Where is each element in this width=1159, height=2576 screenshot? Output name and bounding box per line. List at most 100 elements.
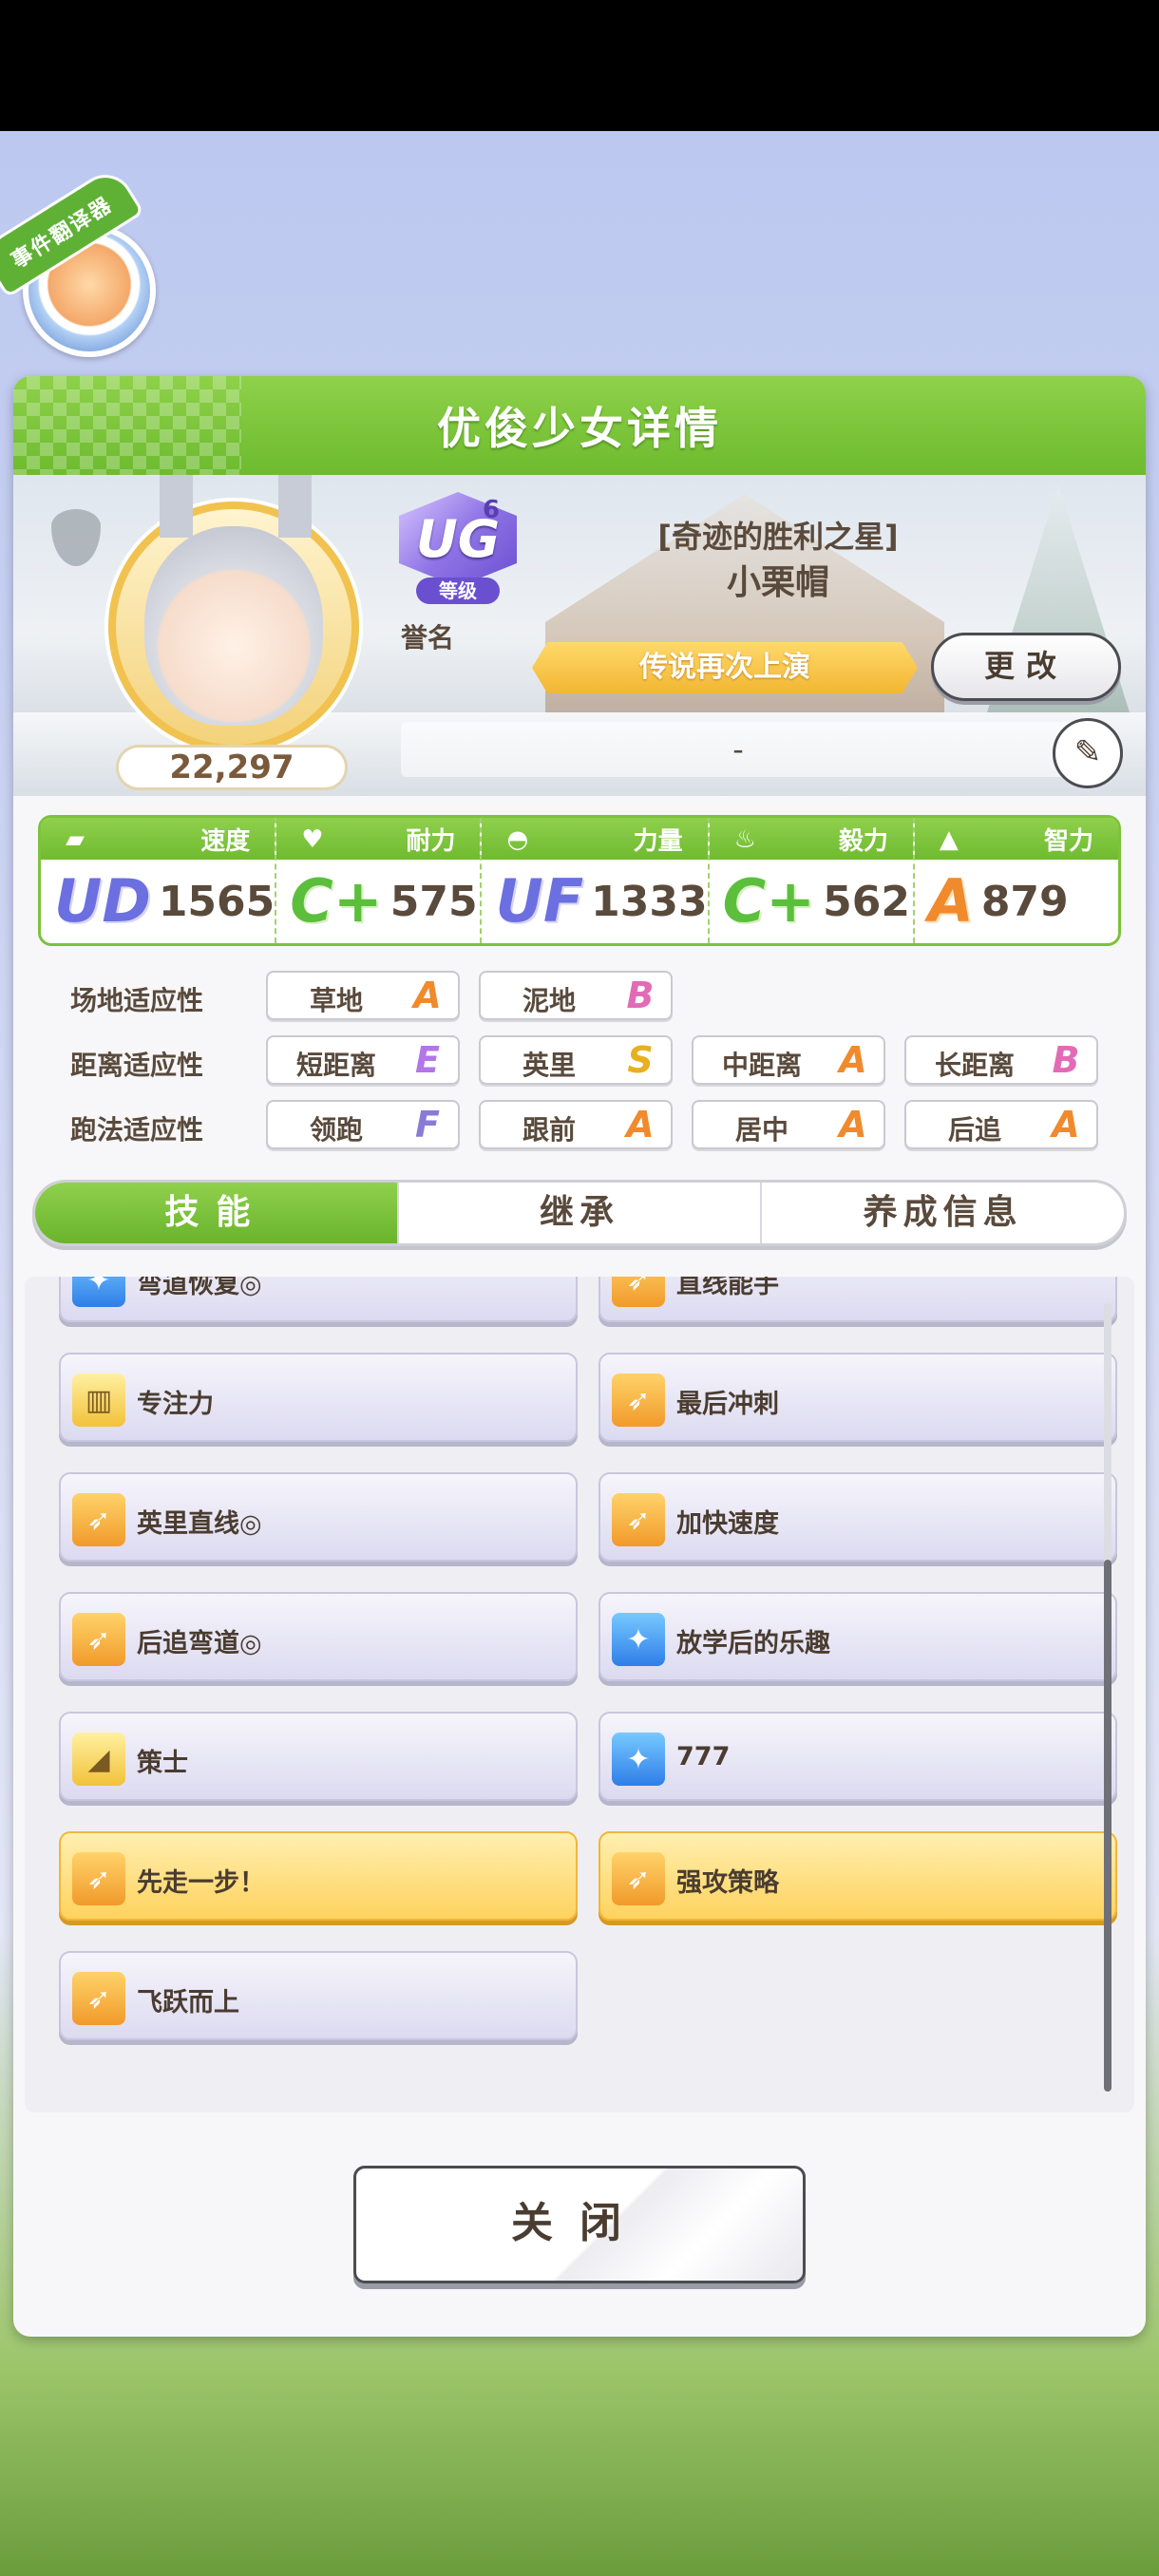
aptitude-chip: 泥地 B: [479, 971, 673, 1020]
skill-item[interactable]: ✦ 777: [598, 1712, 1117, 1801]
dialog-header: 优俊少女详情: [13, 376, 1146, 475]
rating-value: 22,297: [116, 745, 348, 790]
skill-item[interactable]: ▥ 专注力: [59, 1353, 578, 1442]
aptitude-grade: F: [415, 1104, 440, 1146]
stat-value: 1565: [158, 877, 276, 926]
tab-training-info[interactable]: 养成信息: [762, 1183, 1124, 1243]
skill-item[interactable]: ◢ 策士: [59, 1712, 578, 1801]
skill-item[interactable]: ➶ 英里直线◎: [59, 1472, 578, 1562]
title-banner: 传说再次上演: [532, 642, 918, 693]
skill-item-gold[interactable]: ➶ 先走一步！: [59, 1831, 578, 1921]
aptitude-grade: B: [1052, 1039, 1080, 1081]
aptitude-grade: A: [413, 975, 442, 1016]
aptitude-name: 长距离: [934, 1050, 1015, 1081]
memo-value: -: [732, 731, 744, 767]
umamusume-detail-dialog: 优俊少女详情 22,297 UG 6 等级 誉名 [奇迹的胜利之星] 小栗帽 传…: [13, 376, 1146, 2337]
stat-grade: C+: [290, 866, 383, 936]
stat-grade: A: [927, 866, 974, 936]
rank-label: 等级: [416, 578, 500, 604]
debuff-icon: ◢: [72, 1733, 125, 1786]
status-bar: [0, 0, 1159, 131]
skill-name: 放学后的乐趣: [676, 1629, 830, 1658]
event-translator-badge[interactable]: 事件翻译器: [0, 163, 165, 363]
header-pattern: [13, 376, 241, 475]
aptitude-grade: A: [839, 1039, 867, 1081]
recovery-icon: ✦: [72, 1277, 125, 1307]
speed-icon: ➶: [72, 1613, 125, 1666]
carrot-icon: [51, 509, 101, 566]
stat-label: 力量: [633, 826, 683, 856]
tab-inheritance[interactable]: 继承: [399, 1183, 763, 1243]
character-face: [144, 526, 323, 726]
speed-icon: ➶: [612, 1852, 665, 1905]
aptitude-name: 短距离: [295, 1050, 376, 1081]
muscle-icon: ◓: [506, 825, 529, 854]
change-title-button[interactable]: 更改: [931, 633, 1121, 701]
skill-name: 777: [676, 1742, 731, 1771]
rank-level: 6: [483, 496, 501, 524]
skill-item[interactable]: ➶ 飞跃而上: [59, 1951, 578, 2040]
skill-item-gold[interactable]: ➶ 强攻策略: [598, 1831, 1117, 1921]
aptitude-chip: 英里 S: [479, 1035, 673, 1085]
aptitude-name: 英里: [522, 1050, 576, 1081]
aptitude-name: 领跑: [309, 1114, 363, 1146]
detail-tabs: 技能 继承 养成信息: [32, 1180, 1127, 1246]
skill-item[interactable]: ➶ 直线能手: [598, 1277, 1117, 1322]
recovery-icon: ✦: [612, 1733, 665, 1786]
speed-icon: ➶: [72, 1493, 125, 1546]
skill-name: 后追弯道◎: [137, 1629, 262, 1658]
stat-guts: ♨ 毅力 C+ 562: [709, 818, 915, 943]
recovery-icon: ✦: [612, 1613, 665, 1666]
skill-item[interactable]: ✦ 弯道恢复◎: [59, 1277, 578, 1322]
aptitude-name: 中距离: [721, 1050, 802, 1081]
character-hero: 22,297 UG 6 等级 誉名 [奇迹的胜利之星] 小栗帽 传说再次上演 更…: [13, 475, 1146, 796]
aptitude-grade: B: [626, 975, 655, 1016]
graduation-cap-icon: ▲: [939, 825, 959, 854]
scrollbar-thumb[interactable]: [1104, 1560, 1112, 2092]
character-portrait: [108, 475, 359, 752]
aptitude-name: 后追: [947, 1114, 1001, 1146]
dialog-title: 优俊少女详情: [437, 403, 722, 454]
skill-item[interactable]: ➶ 加快速度: [598, 1472, 1117, 1562]
skill-name: 策士: [137, 1749, 188, 1778]
skill-name: 加快速度: [676, 1509, 779, 1539]
stat-power: ◓ 力量 UF 1333: [482, 818, 710, 943]
skill-name: 强攻策略: [676, 1868, 779, 1898]
character-epithet: [奇迹的胜利之星]: [657, 519, 899, 555]
skill-name: 英里直线◎: [137, 1509, 262, 1539]
aptitude-chip: 长距离 B: [904, 1035, 1098, 1085]
gate-icon: ▥: [72, 1373, 125, 1427]
skills-list[interactable]: ✦ 弯道恢复◎ ➶ 直线能手 ▥ 专注力 ➶ 最后冲刺 ➶ 英里直线◎ ➶ 加快速度 ➶ 后追…: [25, 1277, 1134, 2112]
aptitude-strategy: 跑法适应性 领跑 F 跟前 A 居中 A 后追 A: [70, 1100, 1115, 1153]
skill-item[interactable]: ✦ 放学后的乐趣: [598, 1592, 1117, 1681]
aptitude-distance: 距离适应性 短距离 E 英里 S 中距离 A 长距离 B: [70, 1035, 1115, 1089]
aptitude-chip: 后追 A: [904, 1100, 1098, 1149]
aptitude-grade: E: [415, 1039, 440, 1081]
skill-name: 先走一步！: [137, 1868, 265, 1898]
skills-scrollbar[interactable]: [1104, 1303, 1112, 2092]
pencil-icon[interactable]: ✎: [1053, 718, 1123, 788]
stat-wisdom: ▲ 智力 A 879: [914, 818, 1118, 943]
skill-name: 弯道恢复◎: [137, 1277, 262, 1299]
skill-name: 飞跃而上: [137, 1988, 239, 2017]
aptitude-chip: 居中 A: [692, 1100, 885, 1149]
speed-icon: ➶: [612, 1493, 665, 1546]
skill-item[interactable]: ➶ 后追弯道◎: [59, 1592, 578, 1681]
aptitude-grade: S: [627, 1039, 654, 1081]
stat-speed: ▰ 速度 UD 1565: [41, 818, 277, 943]
aptitude-chip: 短距离 E: [266, 1035, 460, 1085]
aptitude-grade: A: [1052, 1104, 1080, 1146]
aptitude-name: 草地: [309, 985, 363, 1016]
close-button[interactable]: 关闭: [353, 2166, 806, 2283]
title-label: 誉名: [401, 622, 455, 653]
stat-value: 562: [823, 877, 910, 926]
aptitude-label: 场地适应性: [70, 985, 204, 1016]
aptitude-chip: 领跑 F: [266, 1100, 460, 1149]
aptitude-grade: A: [626, 1104, 655, 1146]
skill-item[interactable]: ➶ 最后冲刺: [598, 1353, 1117, 1442]
tab-skills[interactable]: 技能: [35, 1183, 399, 1243]
aptitude-name: 泥地: [522, 985, 576, 1016]
aptitude-chip: 跟前 A: [479, 1100, 673, 1149]
stat-label: 智力: [1044, 826, 1094, 856]
stat-value: 575: [390, 877, 478, 926]
